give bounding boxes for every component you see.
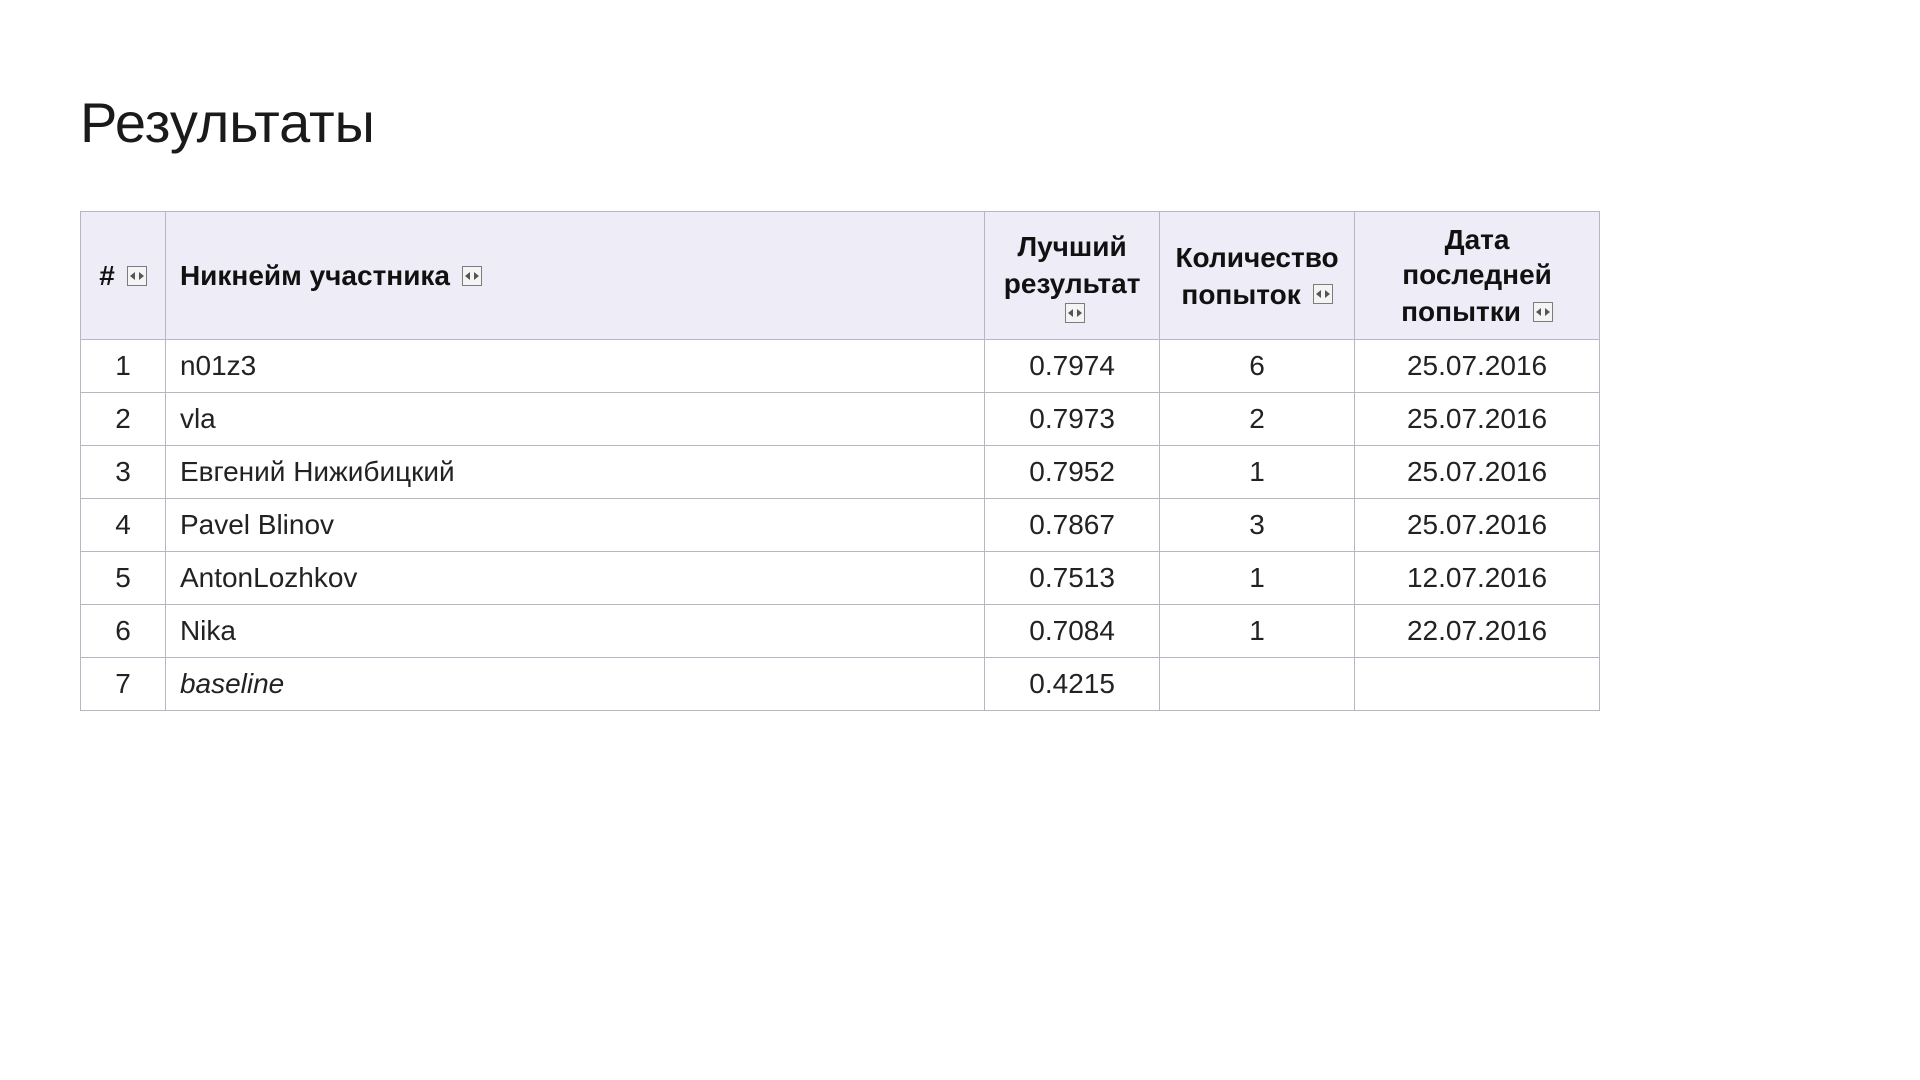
cell-date: 22.07.2016: [1355, 605, 1600, 658]
cell-attempts: [1160, 658, 1355, 711]
table-row: 1n01z30.7974625.07.2016: [81, 340, 1600, 393]
cell-best: 0.7084: [985, 605, 1160, 658]
sort-icon[interactable]: [1533, 302, 1553, 322]
cell-date: 25.07.2016: [1355, 446, 1600, 499]
cell-rank: 5: [81, 552, 166, 605]
cell-best: 0.7973: [985, 393, 1160, 446]
sort-icon[interactable]: [1065, 303, 1085, 323]
cell-best: 0.7867: [985, 499, 1160, 552]
sort-icon[interactable]: [1313, 284, 1333, 304]
cell-attempts: 6: [1160, 340, 1355, 393]
cell-attempts: 1: [1160, 605, 1355, 658]
cell-attempts: 1: [1160, 552, 1355, 605]
table-row: 3Евгений Нижибицкий0.7952125.07.2016: [81, 446, 1600, 499]
table-header-row: # Никнейм участника Лучший результат: [81, 212, 1600, 340]
table-row: 4Pavel Blinov0.7867325.07.2016: [81, 499, 1600, 552]
cell-nickname: vla: [165, 393, 984, 446]
header-attempts[interactable]: Количество попыток: [1160, 212, 1355, 340]
header-attempts-line2: попыток: [1181, 277, 1300, 312]
header-best-line2: результат: [1004, 266, 1141, 301]
page-title: Результаты: [80, 90, 1840, 155]
cell-nickname: Евгений Нижибицкий: [165, 446, 984, 499]
cell-rank: 4: [81, 499, 166, 552]
header-nickname-label: Никнейм участника: [180, 258, 450, 293]
cell-attempts: 3: [1160, 499, 1355, 552]
cell-date: 25.07.2016: [1355, 393, 1600, 446]
header-rank-label: #: [99, 258, 115, 293]
cell-nickname: n01z3: [165, 340, 984, 393]
cell-attempts: 2: [1160, 393, 1355, 446]
cell-rank: 3: [81, 446, 166, 499]
header-attempts-line1: Количество: [1175, 240, 1338, 275]
cell-nickname: Nika: [165, 605, 984, 658]
cell-rank: 6: [81, 605, 166, 658]
cell-best: 0.7974: [985, 340, 1160, 393]
cell-nickname: AntonLozhkov: [165, 552, 984, 605]
cell-rank: 2: [81, 393, 166, 446]
cell-best: 0.7952: [985, 446, 1160, 499]
header-best-line1: Лучший: [1017, 229, 1126, 264]
cell-date: [1355, 658, 1600, 711]
table-row: 2vla0.7973225.07.2016: [81, 393, 1600, 446]
header-date-line1: Дата последней: [1369, 222, 1585, 292]
results-table: # Никнейм участника Лучший результат: [80, 211, 1600, 711]
table-row: 6Nika0.7084122.07.2016: [81, 605, 1600, 658]
cell-nickname: Pavel Blinov: [165, 499, 984, 552]
table-body: 1n01z30.7974625.07.20162vla0.7973225.07.…: [81, 340, 1600, 711]
sort-icon[interactable]: [462, 266, 482, 286]
cell-rank: 1: [81, 340, 166, 393]
cell-best: 0.4215: [985, 658, 1160, 711]
cell-date: 12.07.2016: [1355, 552, 1600, 605]
cell-nickname: baseline: [165, 658, 984, 711]
cell-rank: 7: [81, 658, 166, 711]
cell-best: 0.7513: [985, 552, 1160, 605]
header-nickname[interactable]: Никнейм участника: [165, 212, 984, 340]
table-row: 5AntonLozhkov0.7513112.07.2016: [81, 552, 1600, 605]
cell-date: 25.07.2016: [1355, 340, 1600, 393]
sort-icon[interactable]: [127, 266, 147, 286]
cell-attempts: 1: [1160, 446, 1355, 499]
header-date-line2: попытки: [1401, 294, 1521, 329]
header-last-date[interactable]: Дата последней попытки: [1355, 212, 1600, 340]
header-best-result[interactable]: Лучший результат: [985, 212, 1160, 340]
cell-date: 25.07.2016: [1355, 499, 1600, 552]
header-rank[interactable]: #: [81, 212, 166, 340]
table-row: 7baseline0.4215: [81, 658, 1600, 711]
